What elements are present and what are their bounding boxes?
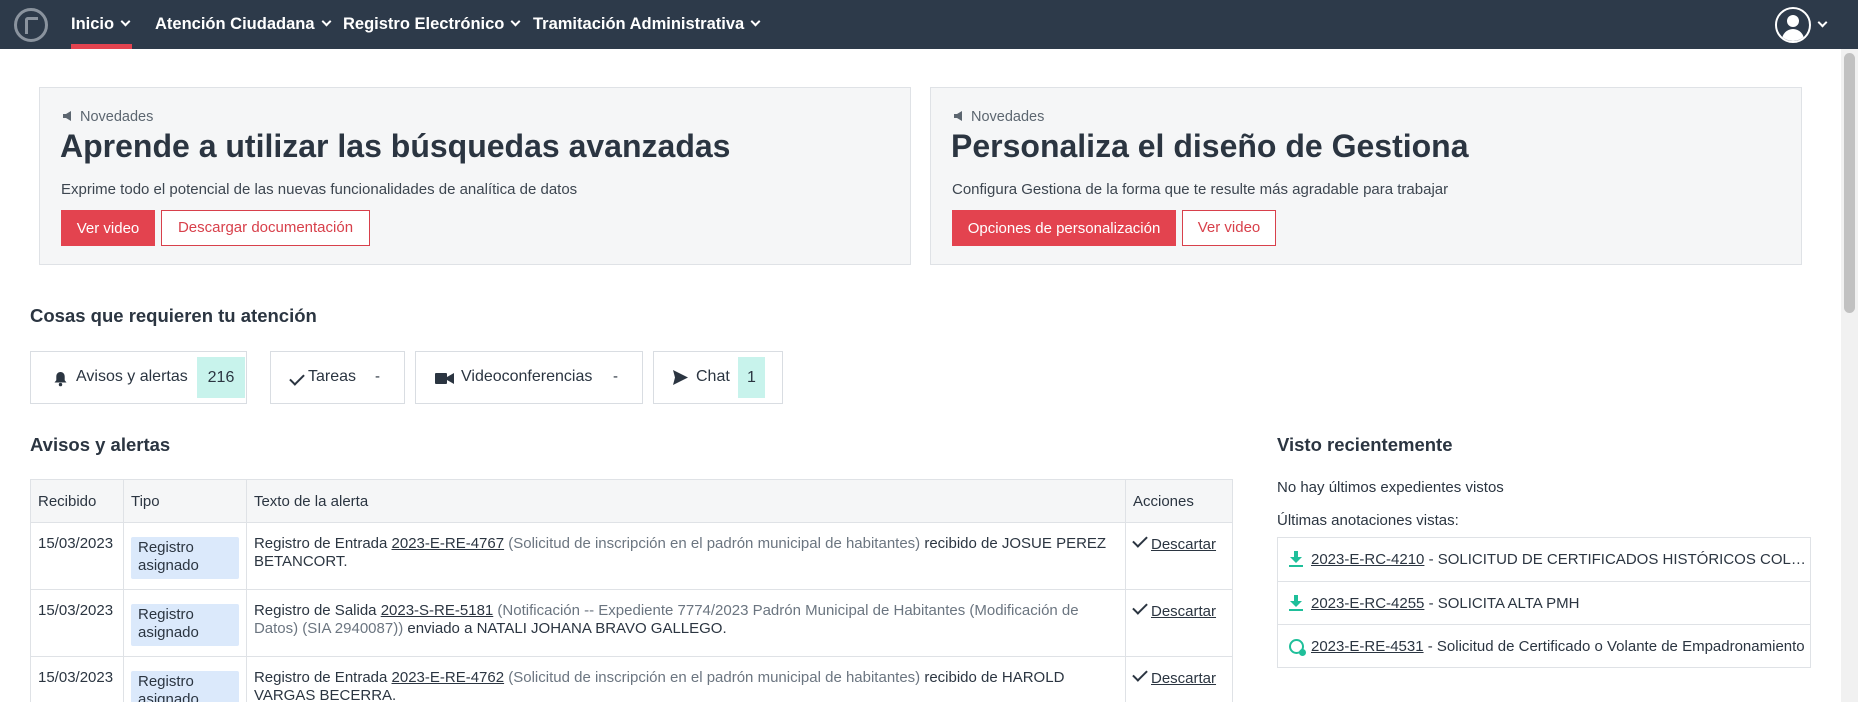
cell-type: Registro asignado bbox=[122, 656, 247, 702]
annotation-link[interactable]: 2023-E-RC-4255 bbox=[1311, 595, 1424, 612]
descartar-button[interactable]: Descartar bbox=[1132, 666, 1216, 687]
cell-actions: Descartar bbox=[1125, 522, 1233, 590]
recent-annotations-list: 2023-E-RC-4210 - SOLICITUD DE CERTIFICAD… bbox=[1277, 537, 1811, 668]
cell-date: 15/03/2023 bbox=[30, 589, 124, 657]
descartar-button[interactable]: Descartar bbox=[1132, 532, 1216, 553]
cell-date: 15/03/2023 bbox=[30, 522, 124, 590]
cell-text: Registro de Salida 2023-S-RE-5181 (Notif… bbox=[245, 589, 1127, 657]
chevron-down-icon bbox=[750, 16, 761, 27]
stat-count-badge: 1 bbox=[738, 357, 765, 398]
stat-label: Chat bbox=[696, 368, 730, 385]
promo-kicker: Novedades bbox=[62, 109, 153, 125]
attention-title: Cosas que requieren tu atención bbox=[30, 305, 317, 326]
table-row: 15/03/2023 Registro asignado Registro de… bbox=[30, 589, 1233, 657]
ver-video-button[interactable]: Ver video bbox=[1182, 210, 1276, 246]
descargar-documentacion-button[interactable]: Descargar documentación bbox=[161, 210, 370, 246]
megaphone-icon bbox=[954, 111, 962, 121]
nav-item-label: Registro Electrónico bbox=[343, 15, 505, 33]
check-icon bbox=[1132, 599, 1148, 615]
promo-card-busquedas: Novedades Aprende a utilizar las búsqued… bbox=[39, 87, 911, 265]
promo-title: Personaliza el diseño de Gestiona bbox=[951, 128, 1469, 164]
nav-item-tramitacion-administrativa[interactable]: Tramitación Administrativa bbox=[533, 0, 761, 49]
cell-text: Registro de Entrada 2023-E-RE-4767 (Soli… bbox=[245, 522, 1127, 590]
top-navbar: Inicio Atención Ciudadana Registro Elect… bbox=[0, 0, 1858, 49]
stat-count: - bbox=[613, 368, 618, 385]
type-badge: Registro asignado bbox=[130, 604, 239, 646]
stat-count-badge: 216 bbox=[197, 357, 245, 398]
video-camera-icon bbox=[435, 373, 454, 384]
list-item[interactable]: 2023-E-RC-4210 - SOLICITUD DE CERTIFICAD… bbox=[1278, 538, 1810, 581]
download-icon bbox=[1289, 551, 1303, 567]
opciones-personalizacion-button[interactable]: Opciones de personalización bbox=[952, 210, 1176, 246]
table-header-row: Recibido Tipo Texto de la alerta Accione… bbox=[30, 479, 1233, 523]
download-icon bbox=[1289, 595, 1303, 611]
nav-item-atencion-ciudadana[interactable]: Atención Ciudadana bbox=[155, 0, 331, 49]
annotation-link[interactable]: 2023-E-RC-4210 bbox=[1311, 551, 1424, 568]
user-avatar-icon[interactable] bbox=[1775, 7, 1811, 43]
chevron-down-icon bbox=[120, 16, 131, 27]
active-nav-indicator bbox=[71, 44, 132, 49]
check-icon bbox=[289, 370, 305, 386]
descartar-button[interactable]: Descartar bbox=[1132, 599, 1216, 620]
send-icon bbox=[673, 370, 688, 385]
gestiona-logo-icon[interactable] bbox=[14, 8, 48, 42]
avisos-alertas-tab[interactable]: Avisos y alertas 216 bbox=[30, 351, 247, 404]
bell-icon bbox=[54, 372, 67, 387]
column-header-recibido: Recibido bbox=[30, 479, 124, 523]
column-header-texto: Texto de la alerta bbox=[245, 479, 1127, 523]
nav-item-label: Atención Ciudadana bbox=[155, 15, 315, 33]
cell-type: Registro asignado bbox=[122, 589, 247, 657]
check-icon bbox=[1132, 532, 1148, 548]
online-icon bbox=[1289, 639, 1306, 656]
chevron-down-icon bbox=[321, 16, 331, 27]
megaphone-icon bbox=[63, 111, 71, 121]
cell-type: Registro asignado bbox=[122, 522, 247, 590]
stat-label: Tareas bbox=[308, 368, 357, 385]
promo-card-personaliza: Novedades Personaliza el diseño de Gesti… bbox=[930, 87, 1802, 265]
user-menu-chevron-icon[interactable] bbox=[1817, 17, 1828, 28]
videoconferencias-tab[interactable]: Videoconferencias - bbox=[415, 351, 643, 404]
stat-label: Videoconferencias bbox=[461, 368, 593, 385]
column-header-tipo: Tipo bbox=[122, 479, 247, 523]
registro-link[interactable]: 2023-S-RE-5181 bbox=[381, 602, 494, 619]
chat-tab[interactable]: Chat 1 bbox=[653, 351, 783, 404]
nav-item-inicio[interactable]: Inicio bbox=[71, 0, 131, 49]
promo-title: Aprende a utilizar las búsquedas avanzad… bbox=[60, 128, 731, 164]
list-item[interactable]: 2023-E-RC-4255 - SOLICITA ALTA PMH bbox=[1278, 581, 1810, 624]
cell-date: 15/03/2023 bbox=[30, 656, 124, 702]
annotations-label: Últimas anotaciones vistas: bbox=[1277, 512, 1459, 529]
registro-link[interactable]: 2023-E-RE-4767 bbox=[392, 535, 505, 552]
chevron-down-icon bbox=[510, 16, 521, 27]
check-icon bbox=[1132, 666, 1148, 682]
promo-subtitle: Configura Gestiona de la forma que te re… bbox=[952, 181, 1449, 198]
alerts-table: Recibido Tipo Texto de la alerta Accione… bbox=[30, 479, 1233, 702]
column-header-acciones: Acciones bbox=[1125, 479, 1233, 523]
annotation-link[interactable]: 2023-E-RE-4531 bbox=[1311, 638, 1424, 655]
stat-count: - bbox=[375, 368, 380, 385]
promo-subtitle: Exprime todo el potencial de las nuevas … bbox=[61, 181, 578, 198]
recent-title: Visto recientemente bbox=[1277, 434, 1453, 455]
cell-actions: Descartar bbox=[1125, 656, 1233, 702]
promo-kicker: Novedades bbox=[953, 109, 1044, 125]
table-row: 15/03/2023 Registro asignado Registro de… bbox=[30, 656, 1233, 702]
scrollbar-thumb[interactable] bbox=[1844, 53, 1855, 313]
registro-link[interactable]: 2023-E-RE-4762 bbox=[392, 669, 505, 686]
stat-label: Avisos y alertas bbox=[76, 368, 188, 385]
type-badge: Registro asignado bbox=[130, 537, 239, 579]
alerts-title: Avisos y alertas bbox=[30, 434, 171, 455]
table-row: 15/03/2023 Registro asignado Registro de… bbox=[30, 522, 1233, 590]
ver-video-button[interactable]: Ver video bbox=[61, 210, 155, 246]
no-recent-files-text: No hay últimos expedientes vistos bbox=[1277, 479, 1504, 496]
nav-item-label: Inicio bbox=[71, 15, 115, 33]
nav-item-label: Tramitación Administrativa bbox=[533, 15, 745, 33]
cell-actions: Descartar bbox=[1125, 589, 1233, 657]
type-badge: Registro asignado bbox=[130, 671, 239, 702]
cell-text: Registro de Entrada 2023-E-RE-4762 (Soli… bbox=[245, 656, 1127, 702]
list-item[interactable]: 2023-E-RE-4531 - Solicitud de Certificad… bbox=[1278, 624, 1810, 667]
nav-item-registro-electronico[interactable]: Registro Electrónico bbox=[343, 0, 521, 49]
tareas-tab[interactable]: Tareas - bbox=[270, 351, 405, 404]
